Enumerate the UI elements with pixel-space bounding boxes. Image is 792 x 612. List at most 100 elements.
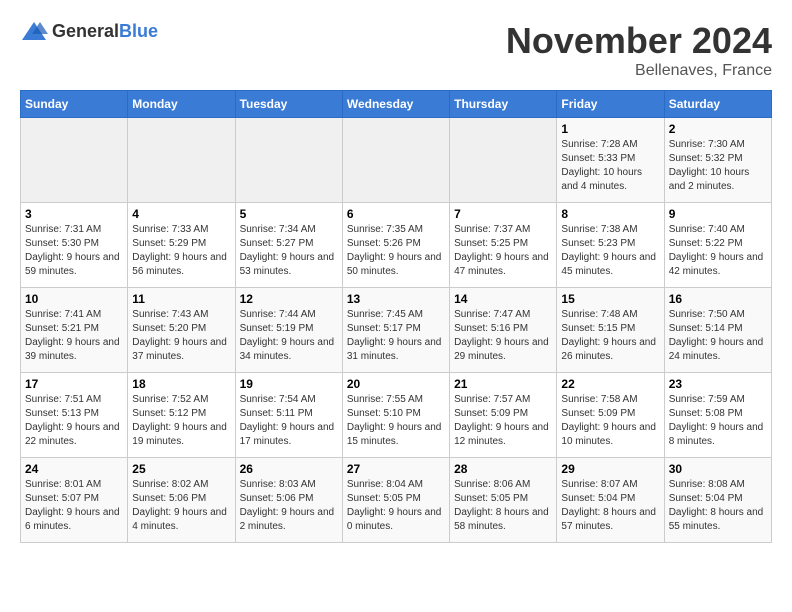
- day-number: 2: [669, 122, 767, 136]
- calendar-day-cell: 16 Sunrise: 7:50 AMSunset: 5:14 PMDayligh…: [664, 288, 771, 373]
- location-subtitle: Bellenaves, France: [506, 62, 772, 80]
- day-number: 22: [561, 377, 659, 391]
- day-info: Sunrise: 7:45 AMSunset: 5:17 PMDaylight:…: [347, 308, 445, 364]
- calendar-day-cell: 26 Sunrise: 8:03 AMSunset: 5:06 PMDayligh…: [235, 458, 342, 543]
- day-info: Sunrise: 8:03 AMSunset: 5:06 PMDaylight:…: [240, 478, 338, 534]
- day-info: Sunrise: 7:54 AMSunset: 5:11 PMDaylight:…: [240, 393, 338, 449]
- calendar-day-cell: 5Sunrise: 7:34 AMSunset: 5:27 PMDaylight…: [235, 203, 342, 288]
- day-info: Sunrise: 7:38 AMSunset: 5:23 PMDaylight:…: [561, 223, 659, 279]
- day-info: Sunrise: 7:43 AMSunset: 5:20 PMDaylight:…: [132, 308, 230, 364]
- day-number: 19: [240, 377, 338, 391]
- weekday-header-row: SundayMondayTuesdayWednesdayThursdayFrid…: [21, 91, 772, 118]
- calendar-day-cell: 21Sunrise: 7:57 AMSunset: 5:09 PMDayligh…: [450, 373, 557, 458]
- day-number: 29: [561, 462, 659, 476]
- day-info: Sunrise: 7:58 AMSunset: 5:09 PMDaylight:…: [561, 393, 659, 449]
- day-number: 20: [347, 377, 445, 391]
- day-info: Sunrise: 8:06 AMSunset: 5:05 PMDaylight:…: [454, 478, 552, 534]
- day-info: Sunrise: 7:30 AMSunset: 5:32 PMDaylight:…: [669, 138, 767, 194]
- day-number: 16: [669, 292, 767, 306]
- calendar-day-cell: [21, 118, 128, 203]
- day-number: 30: [669, 462, 767, 476]
- calendar-body: 1 Sunrise: 7:28 AMSunset: 5:33 PMDaylight…: [21, 118, 772, 543]
- calendar-day-cell: 13 Sunrise: 7:45 AMSunset: 5:17 PMDayligh…: [342, 288, 449, 373]
- weekday-header-saturday: Saturday: [664, 91, 771, 118]
- calendar-day-cell: 23 Sunrise: 7:59 AMSunset: 5:08 PMDayligh…: [664, 373, 771, 458]
- calendar-day-cell: 27Sunrise: 8:04 AMSunset: 5:05 PMDayligh…: [342, 458, 449, 543]
- logo-general: General: [52, 21, 119, 41]
- day-number: 11: [132, 292, 230, 306]
- calendar-day-cell: 4Sunrise: 7:33 AMSunset: 5:29 PMDaylight…: [128, 203, 235, 288]
- calendar-week-row: 1 Sunrise: 7:28 AMSunset: 5:33 PMDaylight…: [21, 118, 772, 203]
- day-info: Sunrise: 7:50 AMSunset: 5:14 PMDaylight:…: [669, 308, 767, 364]
- calendar-day-cell: 30 Sunrise: 8:08 AMSunset: 5:04 PMDayligh…: [664, 458, 771, 543]
- day-info: Sunrise: 8:08 AMSunset: 5:04 PMDaylight:…: [669, 478, 767, 534]
- calendar-day-cell: 11 Sunrise: 7:43 AMSunset: 5:20 PMDayligh…: [128, 288, 235, 373]
- calendar-day-cell: 22 Sunrise: 7:58 AMSunset: 5:09 PMDayligh…: [557, 373, 664, 458]
- calendar-day-cell: 20 Sunrise: 7:55 AMSunset: 5:10 PMDayligh…: [342, 373, 449, 458]
- day-info: Sunrise: 7:40 AMSunset: 5:22 PMDaylight:…: [669, 223, 767, 279]
- calendar-day-cell: 14 Sunrise: 7:47 AMSunset: 5:16 PMDayligh…: [450, 288, 557, 373]
- calendar-day-cell: 19 Sunrise: 7:54 AMSunset: 5:11 PMDayligh…: [235, 373, 342, 458]
- day-number: 4: [132, 207, 230, 221]
- weekday-header-thursday: Thursday: [450, 91, 557, 118]
- day-info: Sunrise: 7:31 AMSunset: 5:30 PMDaylight:…: [25, 223, 123, 279]
- calendar-day-cell: 29 Sunrise: 8:07 AMSunset: 5:04 PMDayligh…: [557, 458, 664, 543]
- day-number: 1: [561, 122, 659, 136]
- calendar-day-cell: 10 Sunrise: 7:41 AMSunset: 5:21 PMDayligh…: [21, 288, 128, 373]
- calendar-week-row: 17Sunrise: 7:51 AMSunset: 5:13 PMDayligh…: [21, 373, 772, 458]
- calendar-week-row: 3 Sunrise: 7:31 AMSunset: 5:30 PMDaylight…: [21, 203, 772, 288]
- day-number: 12: [240, 292, 338, 306]
- day-number: 8: [561, 207, 659, 221]
- day-number: 10: [25, 292, 123, 306]
- day-number: 25: [132, 462, 230, 476]
- day-number: 24: [25, 462, 123, 476]
- weekday-header-tuesday: Tuesday: [235, 91, 342, 118]
- calendar-day-cell: 24 Sunrise: 8:01 AMSunset: 5:07 PMDayligh…: [21, 458, 128, 543]
- weekday-header-friday: Friday: [557, 91, 664, 118]
- day-number: 14: [454, 292, 552, 306]
- day-number: 7: [454, 207, 552, 221]
- day-info: Sunrise: 8:07 AMSunset: 5:04 PMDaylight:…: [561, 478, 659, 534]
- calendar-table: SundayMondayTuesdayWednesdayThursdayFrid…: [20, 90, 772, 543]
- calendar-day-cell: 8 Sunrise: 7:38 AMSunset: 5:23 PMDaylight…: [557, 203, 664, 288]
- day-number: 28: [454, 462, 552, 476]
- day-info: Sunrise: 7:37 AMSunset: 5:25 PMDaylight:…: [454, 223, 552, 279]
- calendar-header: SundayMondayTuesdayWednesdayThursdayFrid…: [21, 91, 772, 118]
- day-number: 26: [240, 462, 338, 476]
- calendar-day-cell: 2 Sunrise: 7:30 AMSunset: 5:32 PMDaylight…: [664, 118, 771, 203]
- day-info: Sunrise: 7:48 AMSunset: 5:15 PMDaylight:…: [561, 308, 659, 364]
- day-number: 23: [669, 377, 767, 391]
- title-area: November 2024 Bellenaves, France: [506, 20, 772, 80]
- calendar-day-cell: [342, 118, 449, 203]
- day-info: Sunrise: 7:55 AMSunset: 5:10 PMDaylight:…: [347, 393, 445, 449]
- day-number: 9: [669, 207, 767, 221]
- weekday-header-monday: Monday: [128, 91, 235, 118]
- day-number: 6: [347, 207, 445, 221]
- calendar-day-cell: 3 Sunrise: 7:31 AMSunset: 5:30 PMDaylight…: [21, 203, 128, 288]
- day-info: Sunrise: 7:41 AMSunset: 5:21 PMDaylight:…: [25, 308, 123, 364]
- calendar-day-cell: 6 Sunrise: 7:35 AMSunset: 5:26 PMDaylight…: [342, 203, 449, 288]
- day-info: Sunrise: 8:01 AMSunset: 5:07 PMDaylight:…: [25, 478, 123, 534]
- logo-blue: Blue: [119, 21, 158, 41]
- weekday-header-wednesday: Wednesday: [342, 91, 449, 118]
- day-info: Sunrise: 7:47 AMSunset: 5:16 PMDaylight:…: [454, 308, 552, 364]
- calendar-day-cell: 18 Sunrise: 7:52 AMSunset: 5:12 PMDayligh…: [128, 373, 235, 458]
- day-info: Sunrise: 7:28 AMSunset: 5:33 PMDaylight:…: [561, 138, 659, 194]
- logo-icon: [20, 20, 48, 42]
- day-info: Sunrise: 7:57 AMSunset: 5:09 PMDaylight:…: [454, 393, 552, 449]
- day-number: 18: [132, 377, 230, 391]
- calendar-day-cell: 28 Sunrise: 8:06 AMSunset: 5:05 PMDayligh…: [450, 458, 557, 543]
- calendar-day-cell: 7 Sunrise: 7:37 AMSunset: 5:25 PMDaylight…: [450, 203, 557, 288]
- day-info: Sunrise: 7:34 AMSunset: 5:27 PMDaylight:…: [240, 223, 338, 279]
- calendar-day-cell: 17Sunrise: 7:51 AMSunset: 5:13 PMDayligh…: [21, 373, 128, 458]
- logo: GeneralBlue: [20, 20, 158, 42]
- page-header: GeneralBlue November 2024 Bellenaves, Fr…: [20, 20, 772, 80]
- calendar-day-cell: [450, 118, 557, 203]
- day-info: Sunrise: 7:59 AMSunset: 5:08 PMDaylight:…: [669, 393, 767, 449]
- day-number: 3: [25, 207, 123, 221]
- day-number: 13: [347, 292, 445, 306]
- day-info: Sunrise: 7:35 AMSunset: 5:26 PMDaylight:…: [347, 223, 445, 279]
- day-info: Sunrise: 7:52 AMSunset: 5:12 PMDaylight:…: [132, 393, 230, 449]
- calendar-day-cell: 25Sunrise: 8:02 AMSunset: 5:06 PMDayligh…: [128, 458, 235, 543]
- calendar-week-row: 10 Sunrise: 7:41 AMSunset: 5:21 PMDayligh…: [21, 288, 772, 373]
